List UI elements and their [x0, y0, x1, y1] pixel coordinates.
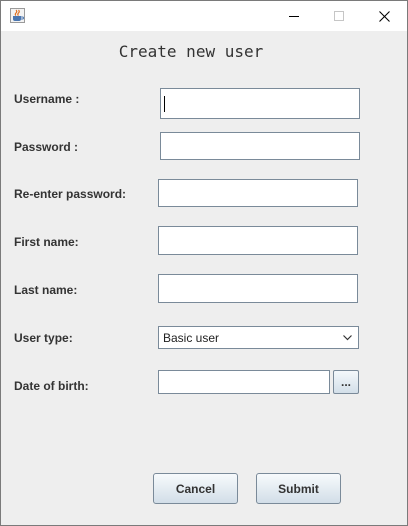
create-user-window: Create new user Username : Password : Re…: [0, 0, 408, 526]
reenter-password-label: Re-enter password:: [14, 187, 127, 201]
first-name-field[interactable]: [158, 226, 358, 255]
chevron-down-icon: [343, 335, 352, 341]
last-name-field[interactable]: [158, 274, 358, 303]
close-button[interactable]: [361, 1, 407, 31]
password-field[interactable]: [160, 132, 360, 160]
date-picker-button[interactable]: ...: [333, 370, 359, 394]
date-of-birth-label: Date of birth:: [14, 379, 89, 393]
first-name-label: First name:: [14, 235, 79, 249]
java-cup-icon: [10, 8, 25, 23]
maximize-button[interactable]: [316, 1, 362, 31]
close-icon: [378, 10, 390, 22]
user-type-select[interactable]: Basic user: [158, 326, 359, 349]
username-label: Username :: [14, 92, 80, 106]
submit-button[interactable]: Submit: [256, 473, 341, 504]
date-of-birth-field[interactable]: [158, 370, 330, 394]
last-name-label: Last name:: [14, 283, 78, 297]
minimize-button[interactable]: [271, 1, 317, 31]
cancel-button[interactable]: Cancel: [153, 473, 238, 504]
text-caret: [164, 96, 165, 112]
user-type-label: User type:: [14, 331, 73, 345]
username-field[interactable]: [160, 88, 360, 119]
reenter-password-field[interactable]: [158, 179, 358, 207]
form-title: Create new user: [118, 42, 264, 61]
minimize-icon: [289, 16, 299, 17]
maximize-icon: [334, 11, 344, 21]
password-label: Password :: [14, 140, 79, 154]
title-bar: [1, 1, 407, 31]
user-type-selected-value: Basic user: [163, 331, 220, 345]
